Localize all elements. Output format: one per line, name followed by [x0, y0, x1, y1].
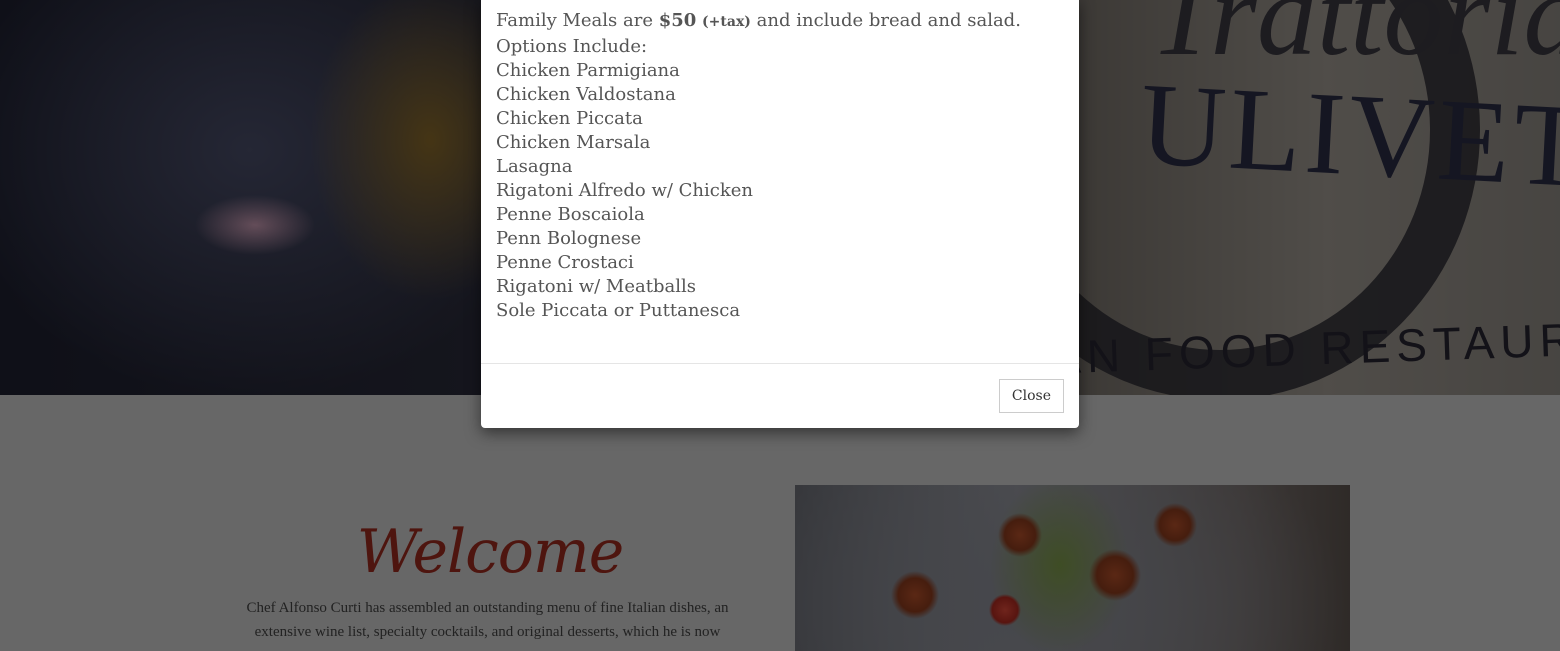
intro-suffix: and include bread and salad.: [756, 10, 1021, 31]
family-meals-intro: Family Meals are $50 (+tax) and include …: [496, 8, 1066, 35]
option-item: Rigatoni Alfredo w/ Chicken: [496, 180, 754, 201]
options-label: Options Include:: [496, 36, 648, 57]
option-item: Chicken Parmigiana: [496, 60, 680, 81]
option-item: Sole Piccata or Puttanesca: [496, 300, 741, 321]
close-button[interactable]: Close: [998, 379, 1064, 413]
intro-prefix: Family Meals are: [496, 10, 653, 31]
option-item: Chicken Marsala: [496, 132, 651, 153]
family-meals-modal: Family Meals are $50 (+tax) and include …: [481, 0, 1079, 428]
options-list: Chicken Parmigiana Chicken Valdostana Ch…: [496, 59, 1066, 323]
option-item: Rigatoni w/ Meatballs: [496, 276, 696, 297]
modal-footer: Close: [481, 363, 1079, 429]
option-item: Penne Boscaiola: [496, 204, 645, 225]
option-item: Penn Bolognese: [496, 228, 642, 249]
modal-body: Family Meals are $50 (+tax) and include …: [496, 8, 1066, 323]
option-item: Chicken Piccata: [496, 108, 643, 129]
tax-note: (+tax): [702, 14, 751, 30]
option-item: Penne Crostaci: [496, 252, 634, 273]
option-item: Lasagna: [496, 156, 573, 177]
option-item: Chicken Valdostana: [496, 84, 676, 105]
price: $50: [658, 10, 697, 31]
